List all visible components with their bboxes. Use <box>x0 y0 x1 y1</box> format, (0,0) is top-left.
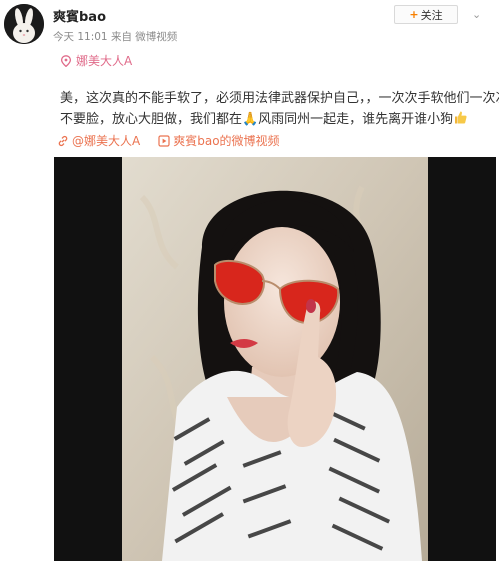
post-text-line: 美，这次真的不能手软了，必须用法律武器保护自己，，一次次手软他们一次次 <box>60 91 499 106</box>
username[interactable]: 爽賓bao <box>53 6 106 25</box>
thumbs-up-icon <box>455 111 467 124</box>
video-link[interactable]: 爽賓bao的微博视频 <box>158 132 280 149</box>
video-link-label: 爽賓bao的微博视频 <box>173 134 280 148</box>
avatar[interactable] <box>4 4 44 44</box>
mention-links: @娜美大人A 爽賓bao的微博视频 <box>57 132 280 149</box>
mention-user[interactable]: @娜美大人A <box>57 132 140 149</box>
post-meta: 今天 11:01 来自 微博视频 <box>53 29 177 44</box>
mention-user-label: @娜美大人A <box>72 134 141 148</box>
origin-tag[interactable]: 娜美大人A <box>60 52 132 69</box>
source-app-link[interactable]: 微博视频 <box>135 31 177 43</box>
video-frame <box>122 157 428 561</box>
avatar-image <box>4 4 44 44</box>
origin-tag-label: 娜美大人A <box>76 54 133 68</box>
post-text: 美，这次真的不能手软了，必须用法律武器保护自己，，一次次手软他们一次次 不要脸，… <box>60 88 499 130</box>
via-label: 来自 <box>110 31 132 43</box>
video-thumbnail <box>122 157 428 561</box>
chevron-down-icon[interactable]: ⌄ <box>472 8 481 21</box>
video-icon <box>158 134 170 147</box>
link-icon <box>58 135 68 146</box>
post-text-content: 不要脸，放心大胆做，我们都在🙏风雨同州一起走，谁先离开谁小狗 <box>60 112 454 127</box>
weibo-post: 爽賓bao 今天 11:01 来自 微博视频 + 关注 ⌄ 娜美大人A 美，这次… <box>0 0 499 567</box>
post-time: 今天 11:01 <box>53 31 108 43</box>
location-icon <box>60 54 72 67</box>
follow-label: 关注 <box>420 8 443 22</box>
plus-icon: + <box>409 8 419 21</box>
video-player[interactable] <box>54 157 496 561</box>
post-text-line: 不要脸，放心大胆做，我们都在🙏风雨同州一起走，谁先离开谁小狗 <box>60 109 480 130</box>
follow-button[interactable]: + 关注 <box>394 5 458 24</box>
